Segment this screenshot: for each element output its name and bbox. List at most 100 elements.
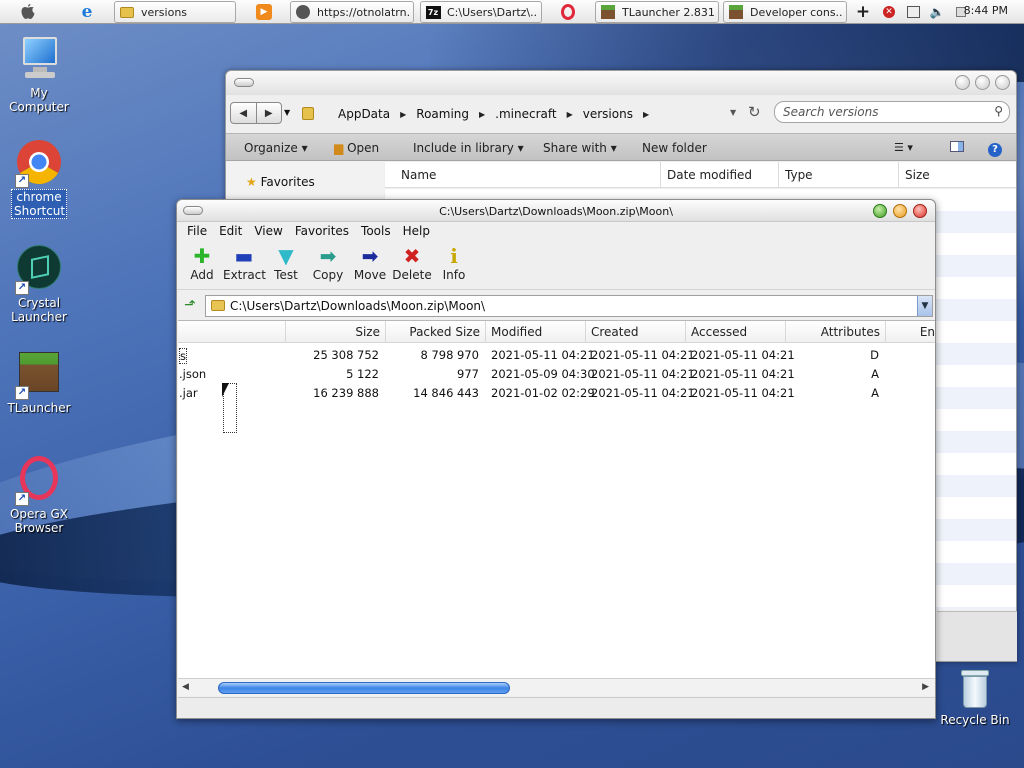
help-icon[interactable]: ? (988, 141, 1002, 157)
breadcrumb-separator-icon[interactable]: ▶ (643, 110, 649, 119)
desktop-icon-crystal-launcher[interactable]: ↗ Crystal Launcher (0, 245, 78, 324)
search-input[interactable]: Search versions ⚲ (774, 101, 1010, 123)
back-arrow-icon[interactable]: ◀ (231, 103, 257, 123)
column-date-modified[interactable]: Date modified (660, 162, 778, 188)
action-center-icon[interactable] (904, 2, 922, 22)
open-button[interactable]: ▆ Open (334, 141, 379, 155)
table-row[interactable]: s 25 308 752 8 798 970 2021-05-11 04:21 … (178, 345, 935, 364)
media-player-icon[interactable]: ▶ (254, 2, 274, 22)
new-tab-plus-icon[interactable]: + (854, 2, 872, 22)
scrollbar-thumb[interactable] (218, 682, 510, 694)
archive-file-list[interactable]: Size Packed Size Modified Created Access… (178, 320, 935, 678)
refresh-icon[interactable]: ↻ (748, 103, 761, 121)
taskbar-item-versions[interactable]: versions (114, 1, 236, 23)
view-options-icon[interactable]: ☰ ▾ (894, 141, 913, 154)
taskbar-item-developer-console[interactable]: Developer cons... (723, 1, 847, 23)
menu-edit[interactable]: Edit (213, 222, 248, 242)
add-plus-icon: ✚ (193, 244, 211, 268)
column-accessed[interactable]: Accessed (686, 321, 786, 343)
apple-menu-icon[interactable] (18, 2, 38, 22)
explorer-titlebar[interactable] (226, 71, 1016, 95)
address-bar: ⬏ C:\Users\Dartz\Downloads\Moon.zip\Moon… (177, 294, 935, 318)
shortcut-arrow-icon: ↗ (15, 281, 29, 295)
breadcrumb-separator-icon[interactable]: ▶ (479, 110, 485, 119)
info-icon: i (450, 244, 458, 268)
desktop-icon-opera-gx[interactable]: ↗ Opera GX Browser (0, 456, 78, 535)
scroll-left-icon[interactable]: ◀ (182, 682, 189, 692)
breadcrumb-item[interactable]: AppData (338, 107, 390, 121)
breadcrumb-separator-icon[interactable]: ▶ (400, 110, 406, 119)
breadcrumb-item[interactable]: Roaming (416, 107, 469, 121)
breadcrumb-item[interactable]: .minecraft (495, 107, 556, 121)
horizontal-scrollbar[interactable]: ◀ ▶ (178, 678, 935, 696)
breadcrumb-item[interactable]: versions (583, 107, 633, 121)
column-size[interactable]: Size (898, 162, 1018, 188)
preview-pane-icon[interactable] (950, 141, 964, 155)
column-size[interactable]: Size (286, 321, 386, 343)
copy-arrow-icon: ➡ (319, 244, 337, 268)
column-encrypted[interactable]: En (886, 321, 935, 343)
column-modified[interactable]: Modified (486, 321, 586, 343)
window-title: C:\Users\Dartz\Downloads\Moon.zip\Moon\ (439, 205, 673, 218)
star-icon: ★ (246, 175, 257, 189)
recent-locations-chevron-icon[interactable]: ▼ (284, 108, 290, 117)
test-button[interactable]: ▼ Test (265, 244, 307, 289)
table-row[interactable]: .jar 16 239 888 14 846 443 2021-01-02 02… (178, 383, 935, 402)
window-menu-pill[interactable] (234, 78, 254, 87)
desktop-icon-my-computer[interactable]: My Computer (0, 35, 78, 114)
delete-button[interactable]: ✖ Delete (391, 244, 433, 289)
opera-icon[interactable] (557, 2, 579, 22)
maximize-button[interactable] (975, 75, 990, 90)
close-button[interactable] (913, 204, 927, 218)
column-attributes[interactable]: Attributes (786, 321, 886, 343)
column-name[interactable]: Name (385, 162, 660, 188)
extract-button[interactable]: ▬ Extract (223, 244, 266, 289)
add-button[interactable]: ✚ Add (181, 244, 223, 289)
volume-icon[interactable]: 🔈 (928, 2, 946, 22)
delete-x-icon: ✖ (403, 244, 421, 268)
column-created[interactable]: Created (586, 321, 686, 343)
include-in-library-button[interactable]: Include in library ▾ (413, 141, 524, 155)
menu-file[interactable]: File (181, 222, 213, 242)
taskbar-item-browser[interactable]: https://otnolatrn... (290, 1, 414, 23)
address-input[interactable]: C:\Users\Dartz\Downloads\Moon.zip\Moon\ … (205, 295, 933, 317)
move-button[interactable]: ➡ Move (349, 244, 391, 289)
zoom-button[interactable] (873, 204, 887, 218)
7zip-titlebar[interactable]: C:\Users\Dartz\Downloads\Moon.zip\Moon\ (177, 200, 935, 222)
column-type[interactable]: Type (778, 162, 898, 188)
close-button[interactable] (995, 75, 1010, 90)
copy-button[interactable]: ➡ Copy (307, 244, 349, 289)
shortcut-arrow-icon: ↗ (15, 386, 29, 400)
info-button[interactable]: i Info (433, 244, 475, 289)
desktop-icon-recycle-bin[interactable]: Recycle Bin (936, 668, 1014, 727)
desktop-icon-chrome[interactable]: ↗ chrome Shortcut (0, 138, 78, 219)
up-folder-icon[interactable]: ⬏ (181, 297, 199, 315)
clock[interactable]: 8:44 PM (964, 4, 1008, 17)
forward-arrow-icon[interactable]: ▶ (257, 103, 282, 123)
taskbar-item-7zip[interactable]: 7z C:\Users\Dartz\... (420, 1, 542, 23)
shortcut-arrow-icon: ↗ (15, 174, 29, 188)
new-folder-button[interactable]: New folder (642, 141, 707, 155)
breadcrumb-separator-icon[interactable]: ▶ (567, 110, 573, 119)
organize-button[interactable]: Organize ▾ (244, 141, 308, 155)
address-dropdown-icon[interactable]: ▼ (730, 108, 736, 117)
menu-help[interactable]: Help (397, 222, 436, 242)
menu-view[interactable]: View (248, 222, 288, 242)
column-packed-size[interactable]: Packed Size (386, 321, 486, 343)
minecraft-grass-block-icon: ↗ (15, 350, 63, 400)
menu-favorites[interactable]: Favorites (289, 222, 355, 242)
menu-tools[interactable]: Tools (355, 222, 397, 242)
taskbar-item-tlauncher[interactable]: TLauncher 2.831 (595, 1, 719, 23)
share-with-button[interactable]: Share with ▾ (543, 141, 617, 155)
sidebar-item-favorites[interactable]: ★ Favorites (246, 175, 315, 189)
table-row[interactable]: .json 5 122 977 2021-05-09 04:30 2021-05… (178, 364, 935, 383)
minimize-button[interactable] (893, 204, 907, 218)
address-dropdown-icon[interactable]: ▼ (917, 296, 932, 316)
back-forward-buttons: ◀ ▶ (230, 102, 282, 124)
desktop-icon-tlauncher[interactable]: ↗ TLauncher (0, 350, 78, 415)
scroll-right-icon[interactable]: ▶ (922, 682, 929, 692)
column-name[interactable] (178, 321, 286, 343)
network-disconnected-icon[interactable]: ✕ (880, 2, 898, 22)
internet-explorer-icon[interactable]: e (76, 2, 98, 22)
minimize-button[interactable] (955, 75, 970, 90)
